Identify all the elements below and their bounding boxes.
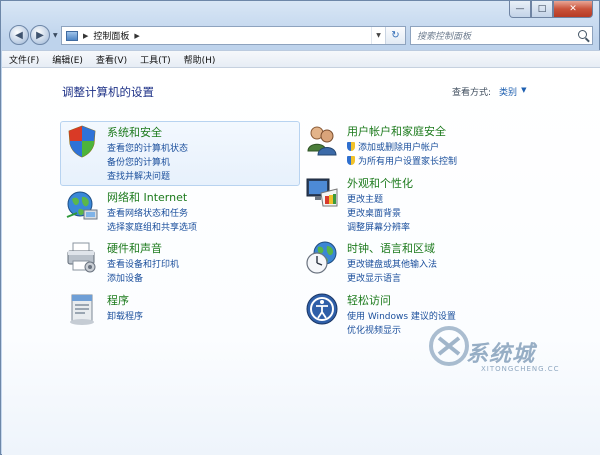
close-button[interactable]: ✕: [553, 1, 593, 18]
link-screen-resolution[interactable]: 调整屏幕分辨率: [347, 219, 410, 233]
link-homegroup-sharing[interactable]: 选择家庭组和共享选项: [107, 219, 197, 233]
category-title[interactable]: 系统和安全: [107, 124, 162, 140]
users-icon: [307, 126, 337, 156]
category-title[interactable]: 用户帐户和家庭安全: [347, 123, 446, 139]
breadcrumb-trail-icon[interactable]: ▶: [134, 32, 139, 40]
menu-view[interactable]: 查看(V): [89, 53, 133, 66]
category-title[interactable]: 轻松访问: [347, 292, 391, 308]
category-system-security[interactable]: 系统和安全 查看您的计算机状态 备份您的计算机 查找并解决问题: [60, 121, 300, 186]
link-label: 为所有用户设置家长控制: [358, 156, 458, 167]
category-clock-language-region[interactable]: 时钟、语言和区域 更改键盘或其他输入法 更改显示语言: [301, 238, 541, 288]
shield-icon: [68, 125, 96, 158]
refresh-button[interactable]: ↻: [385, 27, 405, 44]
recent-pages-dropdown[interactable]: ▼: [53, 32, 58, 39]
forward-button[interactable]: ▶: [30, 25, 50, 45]
monitor-palette-icon: [306, 178, 338, 207]
programs-icon: [70, 294, 94, 325]
category-title[interactable]: 时钟、语言和区域: [347, 240, 435, 256]
watermark-subtext: XITONGCHENG.CC: [481, 365, 560, 373]
category-hardware-sound[interactable]: 硬件和声音 查看设备和打印机 添加设备: [61, 238, 301, 288]
watermark-text: 系统城: [466, 342, 536, 367]
menu-tools[interactable]: 工具(T): [133, 53, 177, 66]
minimize-button[interactable]: —: [509, 1, 531, 18]
link-parental-controls[interactable]: 为所有用户设置家长控制: [347, 153, 457, 167]
page-title: 调整计算机的设置: [62, 85, 154, 99]
view-by-dropdown[interactable]: 类别: [499, 85, 517, 98]
category-title[interactable]: 硬件和声音: [107, 240, 162, 256]
view-by: 查看方式: 类别 ▼: [452, 85, 526, 98]
network-globe-icon: [66, 191, 98, 220]
menu-bar: 文件(F) 编辑(E) 查看(V) 工具(T) 帮助(H): [2, 50, 600, 68]
menu-edit[interactable]: 编辑(E): [45, 53, 89, 66]
link-uninstall-program[interactable]: 卸载程序: [107, 308, 143, 322]
menu-help[interactable]: 帮助(H): [177, 53, 222, 66]
view-by-label: 查看方式:: [452, 88, 492, 98]
address-bar[interactable]: ▶ 控制面板 ▶ ▼ ↻: [61, 26, 406, 45]
breadcrumb-separator-icon[interactable]: ▶: [83, 32, 88, 40]
chevron-down-icon[interactable]: ▼: [521, 85, 526, 98]
back-arrow-icon: ◀: [15, 29, 23, 41]
category-user-accounts[interactable]: 用户帐户和家庭安全 添加或删除用户帐户 为所有用户设置家长控制: [301, 121, 541, 171]
link-change-background[interactable]: 更改桌面背景: [347, 205, 410, 219]
link-view-computer-status[interactable]: 查看您的计算机状态: [107, 140, 188, 154]
category-appearance[interactable]: 外观和个性化 更改主题 更改桌面背景 调整屏幕分辨率: [301, 173, 541, 235]
control-panel-icon: [66, 30, 78, 41]
link-change-input-method[interactable]: 更改键盘或其他输入法: [347, 256, 437, 270]
link-backup-computer[interactable]: 备份您的计算机: [107, 154, 188, 168]
content-area: 调整计算机的设置 查看方式: 类别 ▼ 系统和安全 查看您的计算机状态 备份您的…: [2, 68, 600, 455]
link-troubleshoot[interactable]: 查找并解决问题: [107, 168, 188, 182]
search-input[interactable]: 搜索控制面板: [410, 26, 593, 45]
category-programs[interactable]: 程序 卸载程序: [61, 290, 301, 332]
search-icon[interactable]: [578, 30, 587, 39]
menu-file[interactable]: 文件(F): [2, 53, 45, 66]
link-add-device[interactable]: 添加设备: [107, 270, 179, 284]
caption-buttons: — □ ✕: [509, 1, 593, 18]
maximize-button[interactable]: □: [531, 1, 553, 18]
link-change-display-language[interactable]: 更改显示语言: [347, 270, 437, 284]
category-network-internet[interactable]: 网络和 Internet 查看网络状态和任务 选择家庭组和共享选项: [61, 187, 301, 237]
link-label: 添加或删除用户帐户: [358, 142, 440, 153]
uac-shield-icon: [347, 155, 355, 165]
category-title[interactable]: 网络和 Internet: [107, 189, 187, 205]
link-network-status[interactable]: 查看网络状态和任务: [107, 205, 197, 219]
uac-shield-icon: [347, 141, 355, 151]
category-title[interactable]: 程序: [107, 292, 129, 308]
address-dropdown-button[interactable]: ▼: [371, 27, 385, 44]
forward-arrow-icon: ▶: [36, 29, 44, 41]
link-devices-printers[interactable]: 查看设备和打印机: [107, 256, 179, 270]
link-add-remove-accounts[interactable]: 添加或删除用户帐户: [347, 139, 457, 153]
breadcrumb-control-panel[interactable]: 控制面板: [93, 29, 129, 42]
search-placeholder: 搜索控制面板: [417, 32, 472, 42]
clock-globe-icon: [306, 241, 337, 274]
refresh-icon: ↻: [391, 30, 400, 41]
link-change-theme[interactable]: 更改主题: [347, 191, 410, 205]
category-title[interactable]: 外观和个性化: [347, 175, 413, 191]
ease-of-access-icon: [306, 293, 338, 325]
window-frame: — □ ✕ ◀ ▶ ▼ ▶ 控制面板 ▶ ▼ ↻ 搜索控制面板 文件(F) 编辑…: [0, 0, 600, 455]
printer-icon: [67, 242, 96, 273]
back-button[interactable]: ◀: [9, 25, 29, 45]
